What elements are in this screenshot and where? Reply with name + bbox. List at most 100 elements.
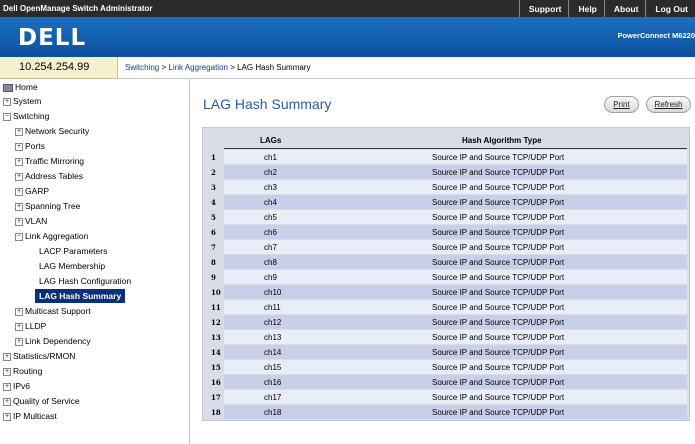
nav-link-aggregation[interactable]: − Link Aggregation (15, 229, 88, 243)
lag-name: ch3 (264, 183, 277, 192)
lag-name: ch9 (264, 273, 277, 282)
row-number: 11 (211, 303, 221, 312)
switch-model: PowerConnect M6220 (617, 31, 695, 40)
print-button[interactable]: Print (604, 96, 639, 113)
expand-icon[interactable]: + (3, 412, 11, 421)
row-number: 16 (211, 378, 221, 387)
nav-lacp-parameters[interactable]: LACP Parameters (39, 244, 107, 258)
lag-name: ch5 (264, 213, 277, 222)
hash-algorithm-type: Source IP and Source TCP/UDP Port (432, 168, 565, 177)
row-number: 18 (211, 408, 221, 417)
lag-name: ch12 (264, 318, 282, 327)
support-link[interactable]: Support (518, 0, 569, 17)
row-number: 14 (211, 348, 221, 357)
dell-logo: DELL (18, 25, 87, 51)
row-number: 1 (211, 153, 216, 162)
about-link[interactable]: About (603, 0, 646, 17)
breadcrumb-link-aggregation[interactable]: Link Aggregation (168, 63, 228, 72)
expand-icon[interactable]: + (15, 157, 23, 166)
nav-multicast-support[interactable]: + Multicast Support (15, 304, 91, 318)
lag-name: ch13 (264, 333, 282, 342)
lag-name: ch11 (264, 303, 281, 312)
nav-lag-membership[interactable]: LAG Membership (39, 259, 105, 273)
expand-icon[interactable]: + (3, 367, 11, 376)
expand-icon[interactable]: + (3, 352, 11, 361)
hash-algorithm-type: Source IP and Source TCP/UDP Port (432, 228, 565, 237)
row-number: 3 (211, 183, 216, 192)
ip-address-box: 10.254.254.99 (0, 57, 118, 79)
breadcrumb-switching[interactable]: Switching (125, 63, 159, 72)
log-out-link[interactable]: Log Out (645, 0, 695, 17)
nav-lag-hash-summary[interactable]: LAG Hash Summary (35, 289, 126, 303)
home-icon (3, 83, 13, 92)
table-header: LAGs Hash Algorithm Type (203, 128, 689, 149)
nav-quality-of-service[interactable]: + Quality of Service (3, 394, 80, 408)
expand-icon[interactable]: + (3, 397, 11, 406)
nav-garp[interactable]: + GARP (15, 184, 49, 198)
expand-icon[interactable]: + (15, 337, 23, 346)
hash-algorithm-type: Source IP and Source TCP/UDP Port (432, 213, 565, 222)
expand-icon[interactable]: + (15, 127, 23, 136)
hash-algorithm-type: Source IP and Source TCP/UDP Port (432, 318, 565, 327)
table-row: 13 ch13 Source IP and Source TCP/UDP Port (203, 329, 689, 344)
nav-ipv6[interactable]: + IPv6 (3, 379, 30, 393)
expand-icon[interactable]: + (15, 307, 23, 316)
hash-algorithm-type: Source IP and Source TCP/UDP Port (432, 348, 565, 357)
nav-spanning-tree[interactable]: + Spanning Tree (15, 199, 80, 213)
row-number: 4 (211, 198, 216, 207)
row-number: 15 (211, 363, 221, 372)
nav-vlan[interactable]: + VLAN (15, 214, 47, 228)
nav-system[interactable]: + System (3, 94, 41, 108)
row-number: 7 (211, 243, 216, 252)
lag-name: ch15 (264, 363, 282, 372)
sidebar-nav: Home + System − Switching + Network Securit… (0, 79, 190, 444)
nav-switching[interactable]: − Switching (3, 109, 49, 123)
expand-icon[interactable]: + (3, 97, 11, 106)
table-row: 6 ch6 Source IP and Source TCP/UDP Port (203, 224, 689, 239)
nav-ip-multicast[interactable]: + IP Multicast (3, 409, 57, 423)
lag-name: ch7 (264, 243, 277, 252)
lag-name: ch18 (264, 408, 282, 417)
table-row: 17 ch17 Source IP and Source TCP/UDP Port (203, 389, 689, 404)
lag-name: ch10 (264, 288, 282, 297)
column-header-lags: LAGs (260, 136, 282, 145)
nav-routing[interactable]: + Routing (3, 364, 42, 378)
expand-icon[interactable]: + (3, 382, 11, 391)
table-row: 5 ch5 Source IP and Source TCP/UDP Port (203, 209, 689, 224)
help-link[interactable]: Help (568, 0, 603, 17)
nav-traffic-mirroring[interactable]: + Traffic Mirroring (15, 154, 84, 168)
nav-lag-hash-configuration[interactable]: LAG Hash Configuration (39, 274, 131, 288)
expand-icon[interactable]: + (15, 142, 23, 151)
expand-icon[interactable]: + (15, 322, 23, 331)
nav-network-security[interactable]: + Network Security (15, 124, 89, 138)
expand-icon[interactable]: + (15, 202, 23, 211)
row-number: 6 (211, 228, 216, 237)
row-number: 8 (211, 258, 216, 267)
nav-ports[interactable]: + Ports (15, 139, 45, 153)
nav-home[interactable]: Home (3, 80, 38, 94)
page-title: LAG Hash Summary (203, 96, 332, 112)
lag-name: ch6 (264, 228, 277, 237)
lag-name: ch2 (264, 168, 277, 177)
table-row: 10 ch10 Source IP and Source TCP/UDP Port (203, 284, 689, 299)
nav-address-tables[interactable]: + Address Tables (15, 169, 83, 183)
nav-lldp[interactable]: + LLDP (15, 319, 46, 333)
row-number: 13 (211, 333, 221, 342)
breadcrumb: Switching > Link Aggregation > LAG Hash … (118, 57, 695, 79)
nav-statistics-rmon[interactable]: + Statistics/RMON (3, 349, 75, 363)
collapse-icon[interactable]: − (3, 112, 11, 121)
nav-link-dependency[interactable]: + Link Dependency (15, 334, 91, 348)
refresh-button[interactable]: Refresh (646, 96, 691, 113)
table-row: 4 ch4 Source IP and Source TCP/UDP Port (203, 194, 689, 209)
collapse-icon[interactable]: − (15, 232, 23, 241)
hash-algorithm-type: Source IP and Source TCP/UDP Port (432, 393, 565, 402)
expand-icon[interactable]: + (15, 187, 23, 196)
lag-name: ch4 (264, 198, 277, 207)
table-row: 1 ch1 Source IP and Source TCP/UDP Port (203, 149, 689, 164)
hash-algorithm-type: Source IP and Source TCP/UDP Port (432, 183, 565, 192)
expand-icon[interactable]: + (15, 172, 23, 181)
top-bar: Dell OpenManage Switch Administrator Sup… (0, 0, 695, 17)
row-number: 17 (211, 393, 221, 402)
expand-icon[interactable]: + (15, 217, 23, 226)
table-row: 18 ch18 Source IP and Source TCP/UDP Port (203, 404, 689, 419)
